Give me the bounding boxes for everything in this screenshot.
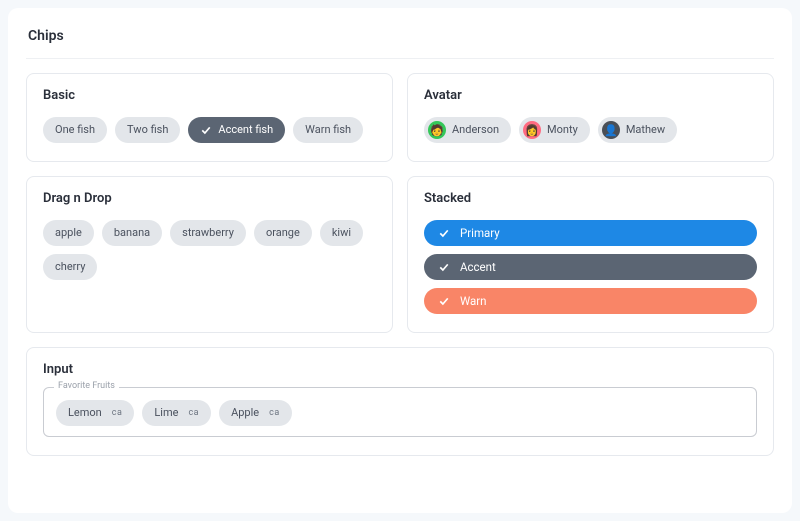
stacked-card: Stacked Primary Accent Warn	[407, 176, 774, 333]
page-title: Chips	[26, 24, 774, 59]
dragdrop-title: Drag n Drop	[43, 191, 376, 206]
basic-chip[interactable]: Warn fish	[293, 117, 363, 143]
chip-label: Accent fish	[218, 121, 273, 139]
remove-chip-icon[interactable]: ca	[269, 404, 280, 422]
chip-label: cherry	[55, 258, 85, 276]
draggable-chip[interactable]: orange	[254, 220, 312, 246]
input-chip[interactable]: Limeca	[142, 400, 211, 426]
cards-grid: Basic One fish Two fish Accent fish Warn fi…	[26, 73, 774, 333]
chip-label: banana	[114, 224, 150, 242]
chip-label: Warn fish	[305, 121, 351, 139]
avatar-icon: 🧑	[428, 121, 446, 139]
chip-label: Mathew	[626, 121, 665, 139]
chip-label: strawberry	[182, 224, 234, 242]
input-title: Input	[43, 362, 757, 377]
basic-chip[interactable]: Two fish	[115, 117, 180, 143]
avatar-card: Avatar 🧑 Anderson 👩 Monty 👤 Mathew	[407, 73, 774, 162]
chip-label: orange	[266, 224, 300, 242]
draggable-chip[interactable]: apple	[43, 220, 94, 246]
check-icon	[438, 227, 450, 239]
avatar-icon: 👩	[523, 121, 541, 139]
stacked-bar-chip[interactable]: Warn	[424, 288, 757, 314]
chip-label: Lemon	[68, 404, 102, 422]
chip-label: Primary	[460, 226, 500, 240]
chip-label: apple	[55, 224, 82, 242]
stacked-bar-chip[interactable]: Primary	[424, 220, 757, 246]
chip-label: One fish	[55, 121, 95, 139]
field-label: Favorite Fruits	[54, 381, 119, 391]
draggable-chip[interactable]: cherry	[43, 254, 97, 280]
chip-label: Warn	[460, 294, 487, 308]
dragdrop-chip-row: apple banana strawberry orange kiwi cherry	[43, 220, 376, 280]
avatar-chip[interactable]: 🧑 Anderson	[424, 117, 511, 143]
chip-label: Lime	[154, 404, 178, 422]
avatar-chip[interactable]: 👩 Monty	[519, 117, 590, 143]
remove-chip-icon[interactable]: ca	[112, 404, 123, 422]
draggable-chip[interactable]: strawberry	[170, 220, 246, 246]
stacked-bar-chip[interactable]: Accent	[424, 254, 757, 280]
input-chip[interactable]: Appleca	[219, 400, 292, 426]
chip-label: Anderson	[452, 121, 499, 139]
chip-label: Accent	[460, 260, 496, 274]
draggable-chip[interactable]: kiwi	[320, 220, 363, 246]
input-chip-row: LemoncaLimecaAppleca	[56, 400, 744, 426]
chip-label: Monty	[547, 121, 578, 139]
basic-chip-row: One fish Two fish Accent fish Warn fish	[43, 117, 376, 143]
input-card: Input Favorite Fruits LemoncaLimecaApple…	[26, 347, 774, 456]
chip-label: Two fish	[127, 121, 168, 139]
dragdrop-card: Drag n Drop apple banana strawberry orange k…	[26, 176, 393, 333]
chips-page: Chips Basic One fish Two fish Accent fish W…	[8, 8, 792, 513]
draggable-chip[interactable]: banana	[102, 220, 162, 246]
basic-chip[interactable]: One fish	[43, 117, 107, 143]
remove-chip-icon[interactable]: ca	[188, 404, 199, 422]
avatar-title: Avatar	[424, 88, 757, 103]
avatar-chip-row: 🧑 Anderson 👩 Monty 👤 Mathew	[424, 117, 757, 143]
chip-input-field[interactable]: Favorite Fruits LemoncaLimecaAppleca	[43, 387, 757, 437]
basic-title: Basic	[43, 88, 376, 103]
basic-chip[interactable]: Accent fish	[188, 117, 285, 143]
avatar-icon: 👤	[602, 121, 620, 139]
check-icon	[200, 124, 212, 136]
stacked-title: Stacked	[424, 191, 757, 206]
stacked-bar-list: Primary Accent Warn	[424, 220, 757, 314]
check-icon	[438, 261, 450, 273]
chip-label: kiwi	[332, 224, 351, 242]
input-chip[interactable]: Lemonca	[56, 400, 134, 426]
check-icon	[438, 295, 450, 307]
avatar-chip[interactable]: 👤 Mathew	[598, 117, 677, 143]
chip-label: Apple	[231, 404, 259, 422]
basic-card: Basic One fish Two fish Accent fish Warn fi…	[26, 73, 393, 162]
